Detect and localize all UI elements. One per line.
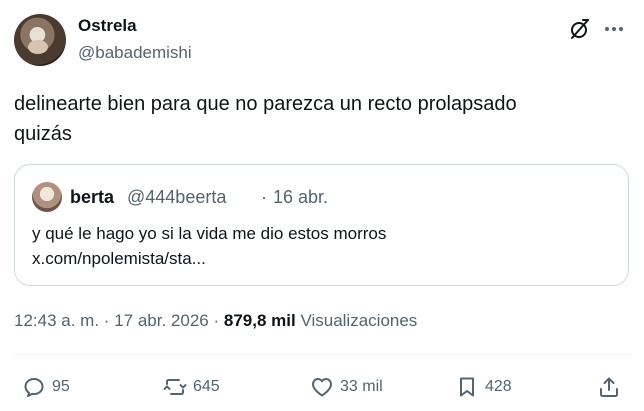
quoted-separator: · xyxy=(261,187,267,207)
heart-icon xyxy=(312,378,332,397)
quoted-date[interactable]: 16 abr. xyxy=(273,187,328,208)
bookmark-button[interactable]: 428 xyxy=(455,371,512,403)
quoted-link[interactable]: x.com/npolemista/sta... xyxy=(32,246,622,271)
meta-separator: · xyxy=(213,311,220,330)
tweet: Ostrela @babademishi delinearte bien par… xyxy=(0,0,644,411)
divider xyxy=(14,354,630,355)
retweet-button[interactable]: 645 xyxy=(163,371,220,403)
quoted-text-line: y qué le hago yo si la vida me dio estos… xyxy=(32,224,387,243)
author-display-name[interactable]: Ostrela xyxy=(78,16,137,36)
tweet-time[interactable]: 12:43 a. m. xyxy=(14,311,99,330)
share-button[interactable] xyxy=(597,371,621,403)
quoted-handle: @444beerta xyxy=(127,187,227,207)
reply-icon xyxy=(24,378,44,397)
quoted-avatar[interactable] xyxy=(32,182,62,212)
like-button[interactable]: 33 mil xyxy=(310,371,383,403)
quoted-tweet[interactable]: berta @444beerta · 16 abr. y qué le hago… xyxy=(14,164,629,286)
retweet-count: 645 xyxy=(193,378,220,395)
quoted-display-name: berta xyxy=(70,187,115,207)
tweet-date[interactable]: 17 abr. 2026 xyxy=(114,311,209,330)
views-count: 879,8 mil xyxy=(223,311,296,330)
grok-icon[interactable] xyxy=(568,17,592,41)
author-handle[interactable]: @babademishi xyxy=(78,43,192,63)
reply-button[interactable]: 95 xyxy=(22,371,70,403)
like-count: 33 mil xyxy=(340,378,383,395)
avatar-hand xyxy=(28,40,48,54)
share-icon xyxy=(600,377,618,397)
tweet-meta: 12:43 a. m. · 17 abr. 2026 · 879,8 mil V… xyxy=(14,311,417,331)
quoted-text: y qué le hago yo si la vida me dio estos… xyxy=(32,221,622,271)
tweet-text-line: quizás xyxy=(14,123,72,145)
action-bar: 95 645 33 mil 428 xyxy=(0,371,644,403)
bookmark-icon xyxy=(460,377,474,397)
bookmark-count: 428 xyxy=(485,378,512,395)
avatar[interactable] xyxy=(14,14,66,66)
meta-separator: · xyxy=(103,311,110,330)
retweet-icon xyxy=(163,379,187,395)
tweet-text: delinearte bien para que no parezca un r… xyxy=(14,89,624,149)
views-label: Visualizaciones xyxy=(300,311,418,330)
tweet-text-line: delinearte bien para que no parezca un r… xyxy=(14,93,517,115)
reply-count: 95 xyxy=(52,378,70,395)
more-icon[interactable] xyxy=(602,17,626,41)
